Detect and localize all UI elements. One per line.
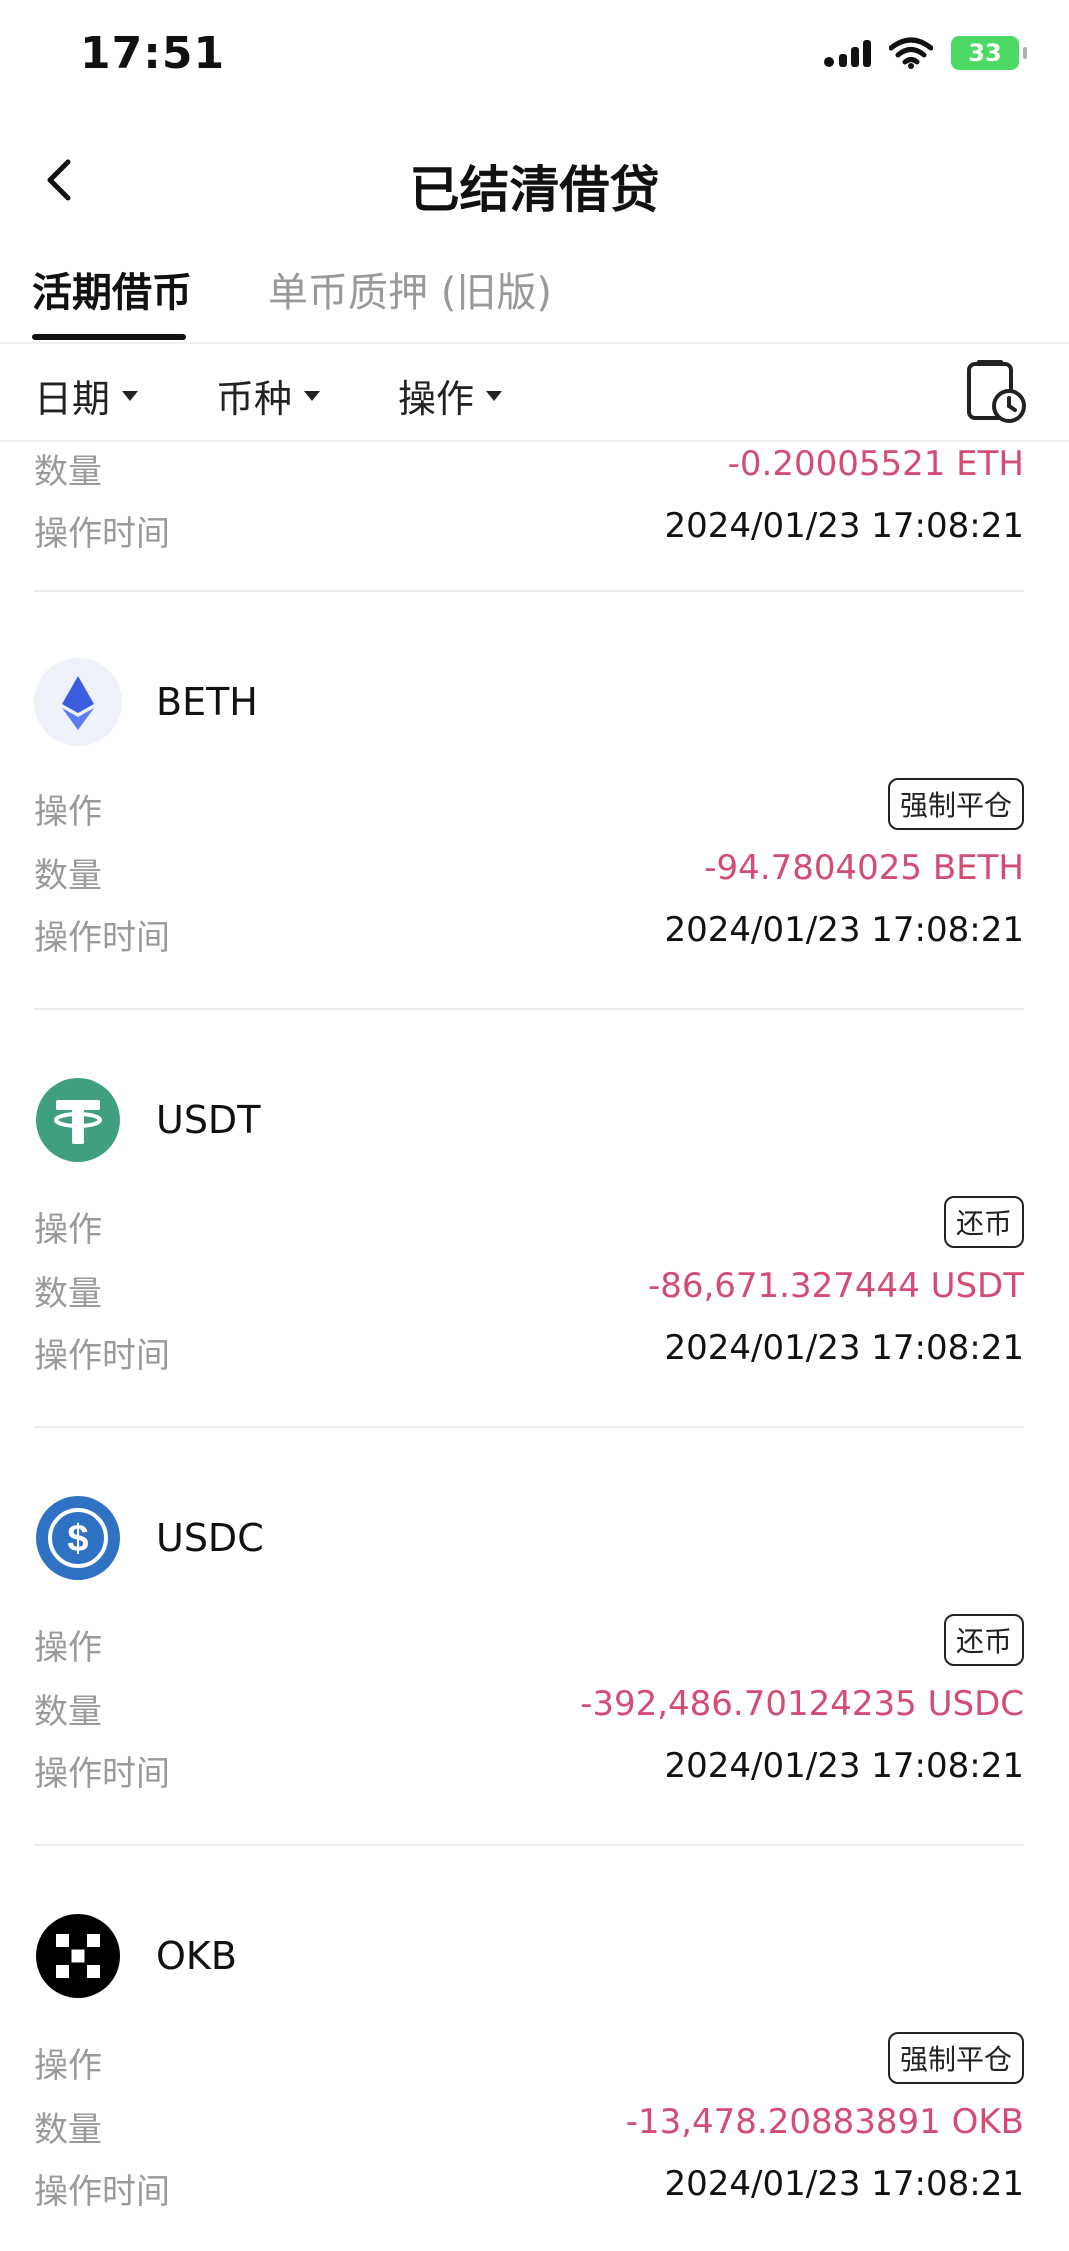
time-value: 2024/01/23 17:08:21	[664, 910, 1024, 950]
divider	[34, 590, 1024, 592]
time-label: 操作时间	[34, 514, 170, 554]
coin-header-usdc: $ USDC	[34, 1494, 1024, 1584]
svg-text:$: $	[67, 1518, 88, 1560]
amount-label: 数量	[34, 2110, 102, 2150]
status-icons: 33	[823, 36, 1027, 70]
amount-label: 数量	[34, 1692, 102, 1732]
time-label: 操作时间	[34, 1754, 170, 1794]
tether-icon	[36, 1078, 120, 1162]
tab-bar: 活期借币 单币质押 (旧版)	[0, 250, 1069, 344]
coin-header-usdt: USDT	[34, 1076, 1024, 1166]
page-title: 已结清借贷	[409, 161, 660, 219]
operation-label: 操作	[34, 1210, 102, 1250]
operation-badge: 强制平仓	[887, 2032, 1024, 2084]
time-value: 2024/01/23 17:08:21	[664, 506, 1024, 546]
wifi-icon	[889, 37, 933, 69]
nav-bar: 已结清借贷	[0, 120, 1069, 240]
time-label: 操作时间	[34, 1336, 170, 1376]
coin-name: BETH	[156, 680, 258, 724]
record-operation-row: 操作 还币	[34, 1196, 1024, 1252]
filter-operation-label: 操作	[398, 377, 475, 421]
filter-date-label: 日期	[34, 377, 111, 421]
coin-name: OKB	[156, 1934, 237, 1978]
operation-badge: 还币	[943, 1614, 1024, 1666]
amount-value: -86,671.327444 USDT	[647, 1266, 1024, 1306]
record-time-row: 操作时间 2024/01/23 17:08:21	[34, 1746, 1024, 1796]
record-amount-row: 数量 -0.20005521 ETH	[34, 444, 1024, 494]
time-value: 2024/01/23 17:08:21	[664, 2164, 1024, 2204]
operation-label: 操作	[34, 1628, 102, 1668]
operation-label: 操作	[34, 792, 102, 832]
operation-badge: 强制平仓	[887, 778, 1024, 830]
operation-label: 操作	[34, 2046, 102, 2086]
time-value: 2024/01/23 17:08:21	[664, 1328, 1024, 1368]
filter-date[interactable]: 日期	[34, 368, 139, 423]
divider	[34, 1426, 1024, 1428]
status-bar: 17:51 33	[0, 0, 1069, 120]
active-tab-indicator	[32, 334, 186, 340]
battery-indicator: 33	[951, 36, 1027, 70]
coin-name: USDT	[156, 1098, 261, 1142]
record-time-row: 操作时间 2024/01/23 17:08:21	[34, 2164, 1024, 2214]
filter-currency[interactable]: 币种	[216, 368, 321, 423]
amount-label: 数量	[34, 856, 102, 896]
amount-label: 数量	[34, 452, 102, 492]
amount-value: -94.7804025 BETH	[704, 848, 1024, 888]
record-amount-row: 数量 -13,478.20883891 OKB	[34, 2102, 1024, 2152]
filter-currency-label: 币种	[216, 377, 293, 421]
status-time: 17:51	[80, 28, 226, 79]
time-value: 2024/01/23 17:08:21	[664, 1746, 1024, 1786]
record-time-row: 操作时间 2024/01/23 17:08:21	[34, 910, 1024, 960]
caret-down-icon	[304, 390, 321, 401]
record-time-row: 操作时间 2024/01/23 17:08:21	[34, 1328, 1024, 1378]
eth-icon	[34, 658, 122, 746]
time-label: 操作时间	[34, 2172, 170, 2212]
divider	[34, 1844, 1024, 1846]
amount-value: -392,486.70124235 USDC	[580, 1684, 1024, 1724]
operation-badge: 还币	[943, 1196, 1024, 1248]
cellular-signal-icon	[824, 40, 871, 67]
filter-operation[interactable]: 操作	[398, 368, 503, 423]
coin-name: USDC	[156, 1516, 264, 1560]
tab-single-coin-pledge[interactable]: 单币质押 (旧版)	[268, 260, 552, 318]
record-amount-row: 数量 -94.7804025 BETH	[34, 848, 1024, 898]
amount-label: 数量	[34, 1274, 102, 1314]
filter-bar: 日期 币种 操作	[0, 344, 1069, 442]
record-operation-row: 操作 强制平仓	[34, 2032, 1024, 2088]
okb-icon	[36, 1914, 120, 1998]
usdc-icon: $	[36, 1496, 120, 1580]
caret-down-icon	[122, 390, 139, 401]
record-amount-row: 数量 -392,486.70124235 USDC	[34, 1684, 1024, 1734]
record-time-row: 操作时间 2024/01/23 17:08:21	[34, 506, 1024, 556]
record-operation-row: 操作 还币	[34, 1614, 1024, 1670]
tab-demand-borrow[interactable]: 活期借币	[32, 260, 192, 318]
caret-down-icon	[486, 390, 503, 401]
history-icon[interactable]	[965, 358, 1029, 426]
divider	[34, 1008, 1024, 1010]
coin-header-beth: BETH	[34, 658, 1024, 748]
record-operation-row: 操作 强制平仓	[34, 778, 1024, 834]
time-label: 操作时间	[34, 918, 170, 958]
amount-value: -13,478.20883891 OKB	[625, 2102, 1024, 2142]
amount-value: -0.20005521 ETH	[727, 444, 1024, 484]
coin-header-okb: OKB	[34, 1912, 1024, 2002]
record-amount-row: 数量 -86,671.327444 USDT	[34, 1266, 1024, 1316]
